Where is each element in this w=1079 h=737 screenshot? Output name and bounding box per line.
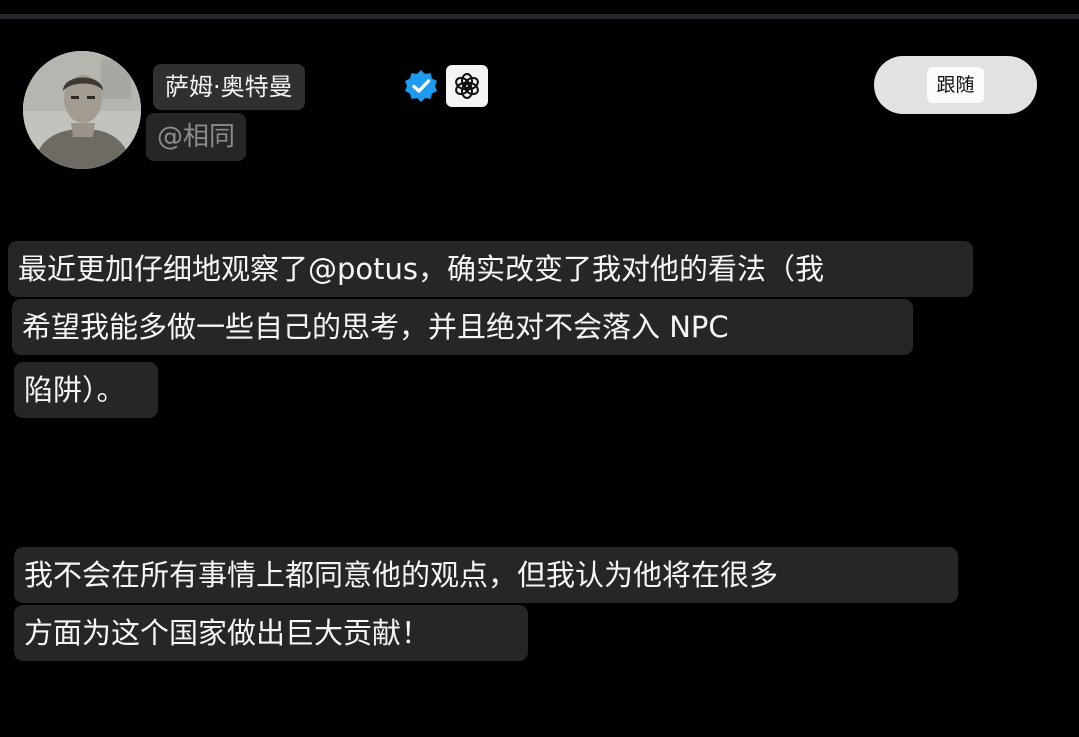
user-handle[interactable]: @相同 <box>146 113 247 161</box>
tweet-text-line: 陷阱）。 <box>14 362 158 418</box>
follow-button-label: 跟随 <box>927 67 984 103</box>
top-divider <box>0 14 1079 19</box>
verified-check-icon <box>403 68 439 104</box>
tweet-text-line: 最近更加仔细地观察了@potus，确实改变了我对他的看法（我 <box>8 241 973 297</box>
avatar[interactable] <box>23 51 141 169</box>
tweet-text-line: 我不会在所有事情上都同意他的观点，但我认为他将在很多 <box>14 547 958 603</box>
openai-logo-icon[interactable] <box>446 65 488 107</box>
display-name[interactable]: 萨姆·奥特曼 <box>153 64 305 110</box>
profile-photo <box>23 51 141 169</box>
tweet-text-line: 希望我能多做一些自己的思考，并且绝对不会落入 NPC <box>12 299 913 355</box>
tweet-text-line: 方面为这个国家做出巨大贡献！ <box>14 605 528 661</box>
follow-button[interactable]: 跟随 <box>874 56 1037 114</box>
